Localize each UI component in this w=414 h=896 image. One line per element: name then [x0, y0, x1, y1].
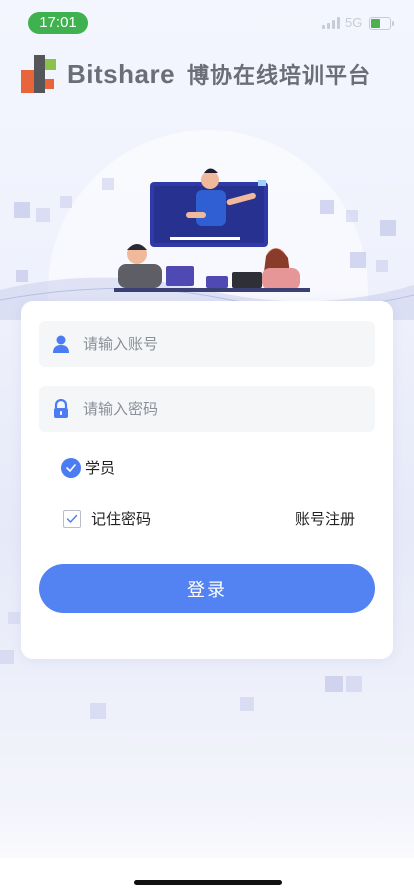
password-input[interactable] — [81, 399, 345, 419]
lock-icon — [51, 398, 71, 419]
hero-illustration — [0, 100, 414, 450]
home-indicator[interactable] — [134, 880, 282, 885]
remember-password[interactable]: 记住密码 — [63, 508, 151, 529]
login-button[interactable]: 登录 — [39, 564, 375, 613]
account-input[interactable] — [81, 334, 345, 354]
signal-icon — [322, 17, 342, 29]
login-card: 学员 记住密码 账号注册 登录 — [21, 301, 393, 659]
role-label: 学员 — [85, 459, 116, 477]
status-bar: 17:01 5G — [0, 0, 414, 44]
user-icon — [51, 334, 71, 354]
app-name: Bitshare — [67, 58, 176, 89]
training-scene-illustration — [0, 168, 414, 320]
app-subtitle: 博协在线培训平台 — [187, 64, 372, 89]
remember-label: 记住密码 — [91, 510, 152, 528]
remember-checkbox[interactable] — [63, 509, 81, 528]
bitshare-logo-icon — [21, 55, 57, 93]
app-header: Bitshare 博协在线培训平台 — [21, 54, 371, 94]
register-link[interactable]: 账号注册 — [295, 508, 355, 529]
role-option-student[interactable]: 学员 — [61, 457, 115, 478]
bottom-safe-area — [0, 858, 414, 896]
status-time: 17:01 — [28, 12, 88, 34]
check-icon — [66, 514, 78, 523]
password-field[interactable] — [39, 386, 375, 432]
network-type: 5G — [345, 15, 363, 30]
battery-icon — [369, 17, 394, 30]
radio-checked-icon[interactable] — [61, 457, 81, 478]
account-field[interactable] — [39, 321, 375, 367]
